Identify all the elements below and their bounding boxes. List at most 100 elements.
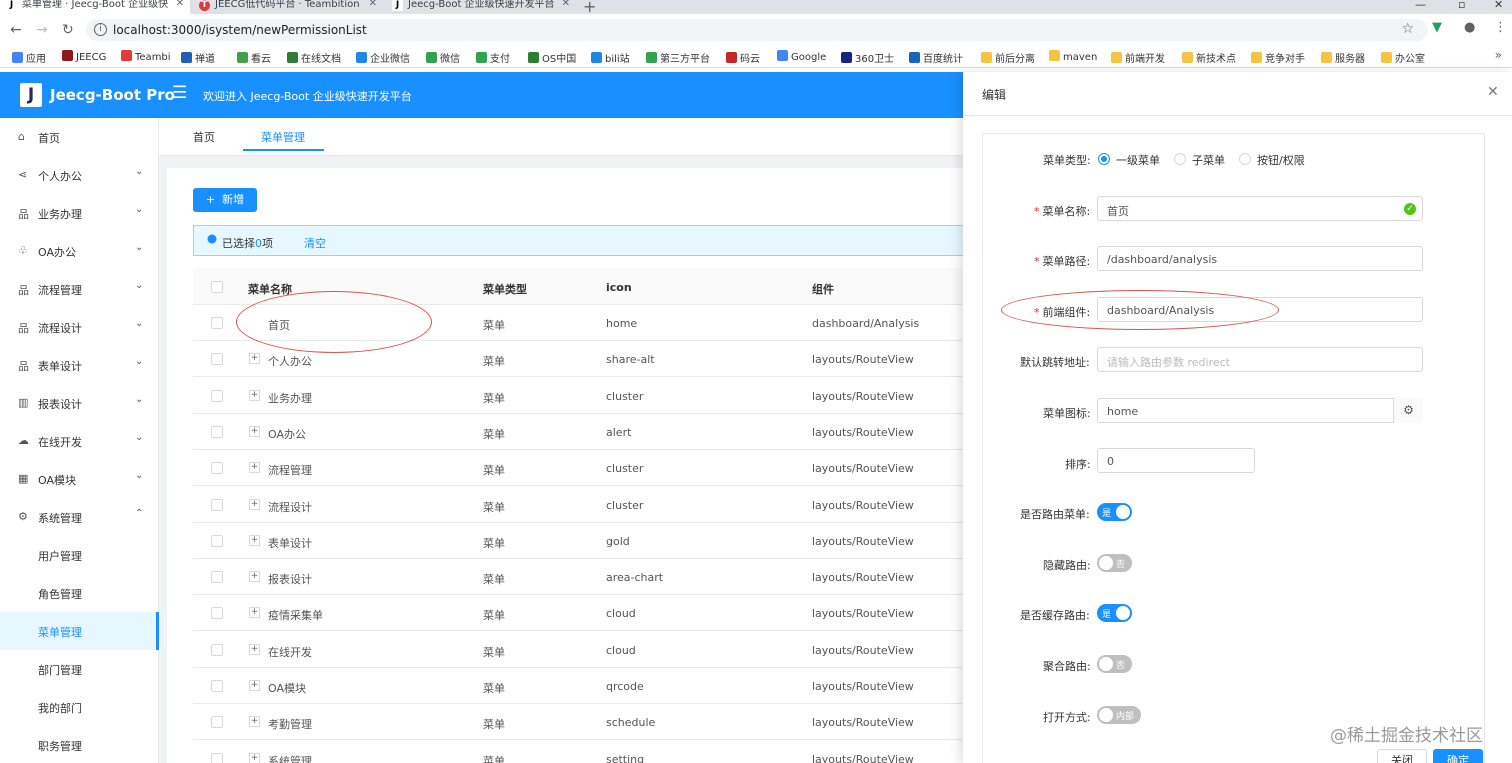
bookmark-item[interactable]: 服务器 — [1321, 50, 1365, 65]
close-tab-icon[interactable]: ✕ — [369, 0, 377, 9]
bookmark-item[interactable]: maven — [1049, 50, 1097, 63]
sidebar-item[interactable]: ☁ 在线开发 ⌄ — [0, 422, 159, 460]
radio-top-menu[interactable] — [1098, 153, 1110, 165]
sidebar-item[interactable]: 我的部门 — [0, 688, 159, 726]
bookmark-item[interactable]: bili站 — [591, 50, 630, 65]
row-checkbox[interactable] — [211, 607, 223, 619]
tab-menu-management[interactable]: 菜单管理 — [261, 129, 305, 145]
bookmark-item[interactable]: 码云 — [726, 50, 760, 65]
redirect-input[interactable]: 请输入路由参数 redirect — [1097, 347, 1423, 372]
radio-top-menu-label[interactable]: 一级菜单 — [1116, 152, 1160, 168]
close-icon[interactable]: ✕ — [1487, 84, 1499, 100]
close-tab-icon[interactable]: ✕ — [562, 0, 570, 9]
row-checkbox[interactable] — [211, 462, 223, 474]
row-checkbox[interactable] — [211, 644, 223, 656]
row-checkbox[interactable] — [211, 390, 223, 402]
add-button[interactable]: + 新增 — [193, 188, 257, 212]
bookmark-item[interactable]: OS中国 — [528, 50, 576, 65]
row-checkbox[interactable] — [211, 753, 223, 763]
sidebar-item[interactable]: 品表单设计 ⌄ — [0, 346, 159, 384]
expand-row-icon[interactable]: + — [249, 753, 260, 763]
bookmark-item[interactable]: 支付 — [476, 50, 510, 65]
maximize-icon[interactable]: ▫ — [1458, 0, 1465, 11]
browser-menu-icon[interactable]: ⋮ — [1494, 20, 1507, 35]
sidebar-item[interactable]: 品流程设计 ⌄ — [0, 308, 159, 346]
bookmark-item[interactable]: 看云 — [237, 50, 271, 65]
bookmark-item[interactable]: 前后分离 — [981, 50, 1035, 65]
row-checkbox[interactable] — [211, 535, 223, 547]
close-tab-icon[interactable]: ✕ — [176, 0, 184, 9]
close-window-icon[interactable]: ✕ — [1494, 0, 1503, 11]
bookmark-item[interactable]: Teambi — [121, 50, 171, 63]
row-checkbox[interactable] — [211, 571, 223, 583]
column-header-icon[interactable]: icon — [606, 281, 632, 294]
browser-tab-menu[interactable]: J 菜单管理 · Jeecg-Boot 企业级快 ✕ — [0, 0, 190, 14]
row-checkbox[interactable] — [211, 353, 223, 365]
row-checkbox[interactable] — [211, 426, 223, 438]
column-header-type[interactable]: 菜单类型 — [483, 281, 527, 297]
open-mode-switch[interactable]: 内部 — [1097, 706, 1141, 724]
expand-row-icon[interactable]: + — [249, 644, 260, 655]
sidebar-item[interactable]: 品流程管理 ⌄ — [0, 270, 159, 308]
expand-row-icon[interactable]: + — [249, 680, 260, 691]
menu-fold-icon[interactable]: ☰ — [172, 83, 187, 103]
expand-row-icon[interactable]: + — [249, 607, 260, 618]
row-checkbox[interactable] — [211, 716, 223, 728]
bookmark-item[interactable]: Google — [777, 50, 826, 63]
bookmark-item[interactable]: 微信 — [426, 50, 460, 65]
expand-row-icon[interactable]: + — [249, 390, 260, 401]
bookmark-item[interactable]: 百度统计 — [909, 50, 963, 65]
bookmark-item[interactable]: 前端开发 — [1111, 50, 1165, 65]
bookmark-item[interactable]: 禅道 — [181, 50, 215, 65]
site-info-icon[interactable]: i — [94, 23, 107, 36]
sidebar-item[interactable]: ▦ OA模块 ⌄ — [0, 460, 159, 498]
hidden-route-switch[interactable]: 否 — [1097, 554, 1132, 572]
select-all-checkbox[interactable] — [211, 281, 223, 293]
row-checkbox[interactable] — [211, 317, 223, 329]
icon-picker-gear-icon[interactable]: ⚙ — [1393, 398, 1423, 423]
clear-selection-link[interactable]: 清空 — [304, 235, 326, 251]
expand-row-icon[interactable]: + — [249, 426, 260, 437]
sidebar-item[interactable]: ▥ 报表设计 ⌄ — [0, 384, 159, 422]
more-bookmarks-icon[interactable]: » — [1495, 48, 1502, 62]
back-icon[interactable]: ← — [10, 22, 22, 38]
radio-sub-menu-label[interactable]: 子菜单 — [1192, 152, 1225, 168]
sidebar-item[interactable]: 角色管理 — [0, 574, 159, 612]
bookmark-item[interactable]: 应用 — [12, 50, 46, 65]
expand-row-icon[interactable]: + — [249, 462, 260, 473]
aggregate-route-switch[interactable]: 否 — [1097, 655, 1132, 673]
sidebar-item[interactable]: 部门管理 — [0, 650, 159, 688]
address-bar[interactable]: i localhost:3000/isystem/newPermissionLi… — [86, 19, 1428, 41]
sidebar-item[interactable]: 品业务办理 ⌄ — [0, 194, 159, 232]
bookmark-item[interactable]: JEECG — [62, 50, 106, 63]
menu-name-input[interactable]: 首页 ✓ — [1097, 196, 1423, 221]
bookmark-item[interactable]: 新技术点 — [1182, 50, 1236, 65]
sidebar-item[interactable]: 菜单管理 — [0, 612, 159, 650]
sidebar-item[interactable]: ⚙ 系统管理 ⌃ — [0, 498, 159, 536]
sidebar-item[interactable]: 用户管理 — [0, 536, 159, 574]
bookmark-item[interactable]: 竞争对手 — [1251, 50, 1305, 65]
confirm-button[interactable]: 确定 — [1433, 749, 1483, 763]
expand-row-icon[interactable]: + — [249, 499, 260, 510]
bookmark-star-icon[interactable]: ☆ — [1401, 21, 1414, 37]
sidebar-item[interactable]: ♧ OA办公 ⌄ — [0, 232, 159, 270]
bookmark-item[interactable]: 办公室 — [1381, 50, 1425, 65]
expand-row-icon[interactable]: + — [249, 571, 260, 582]
bookmark-item[interactable]: 企业微信 — [356, 50, 410, 65]
browser-tab-teambition[interactable]: T JEECG低代码平台 · Teambition ✕ — [193, 0, 383, 14]
url-text[interactable]: localhost:3000/isystem/newPermissionList — [113, 23, 367, 37]
profile-icon[interactable]: ● — [1464, 20, 1475, 35]
route-menu-switch[interactable]: 是 — [1097, 503, 1132, 521]
expand-row-icon[interactable]: + — [249, 716, 260, 727]
vue-devtools-icon[interactable]: ▼ — [1432, 20, 1442, 35]
tab-home[interactable]: 首页 — [193, 129, 215, 145]
expand-row-icon[interactable]: + — [249, 535, 260, 546]
menu-path-input[interactable]: /dashboard/analysis — [1097, 246, 1423, 271]
radio-button-permission-label[interactable]: 按钮/权限 — [1257, 152, 1305, 168]
close-button[interactable]: 关闭 — [1377, 749, 1427, 763]
browser-tab-jeecg-boot[interactable]: J Jeecg-Boot 企业级快速开发平台 ✕ — [386, 0, 576, 14]
reload-icon[interactable]: ↻ — [62, 22, 74, 38]
sort-input[interactable]: 0 — [1097, 448, 1255, 473]
column-header-component[interactable]: 组件 — [812, 281, 834, 297]
minimize-icon[interactable]: — — [1415, 0, 1426, 11]
